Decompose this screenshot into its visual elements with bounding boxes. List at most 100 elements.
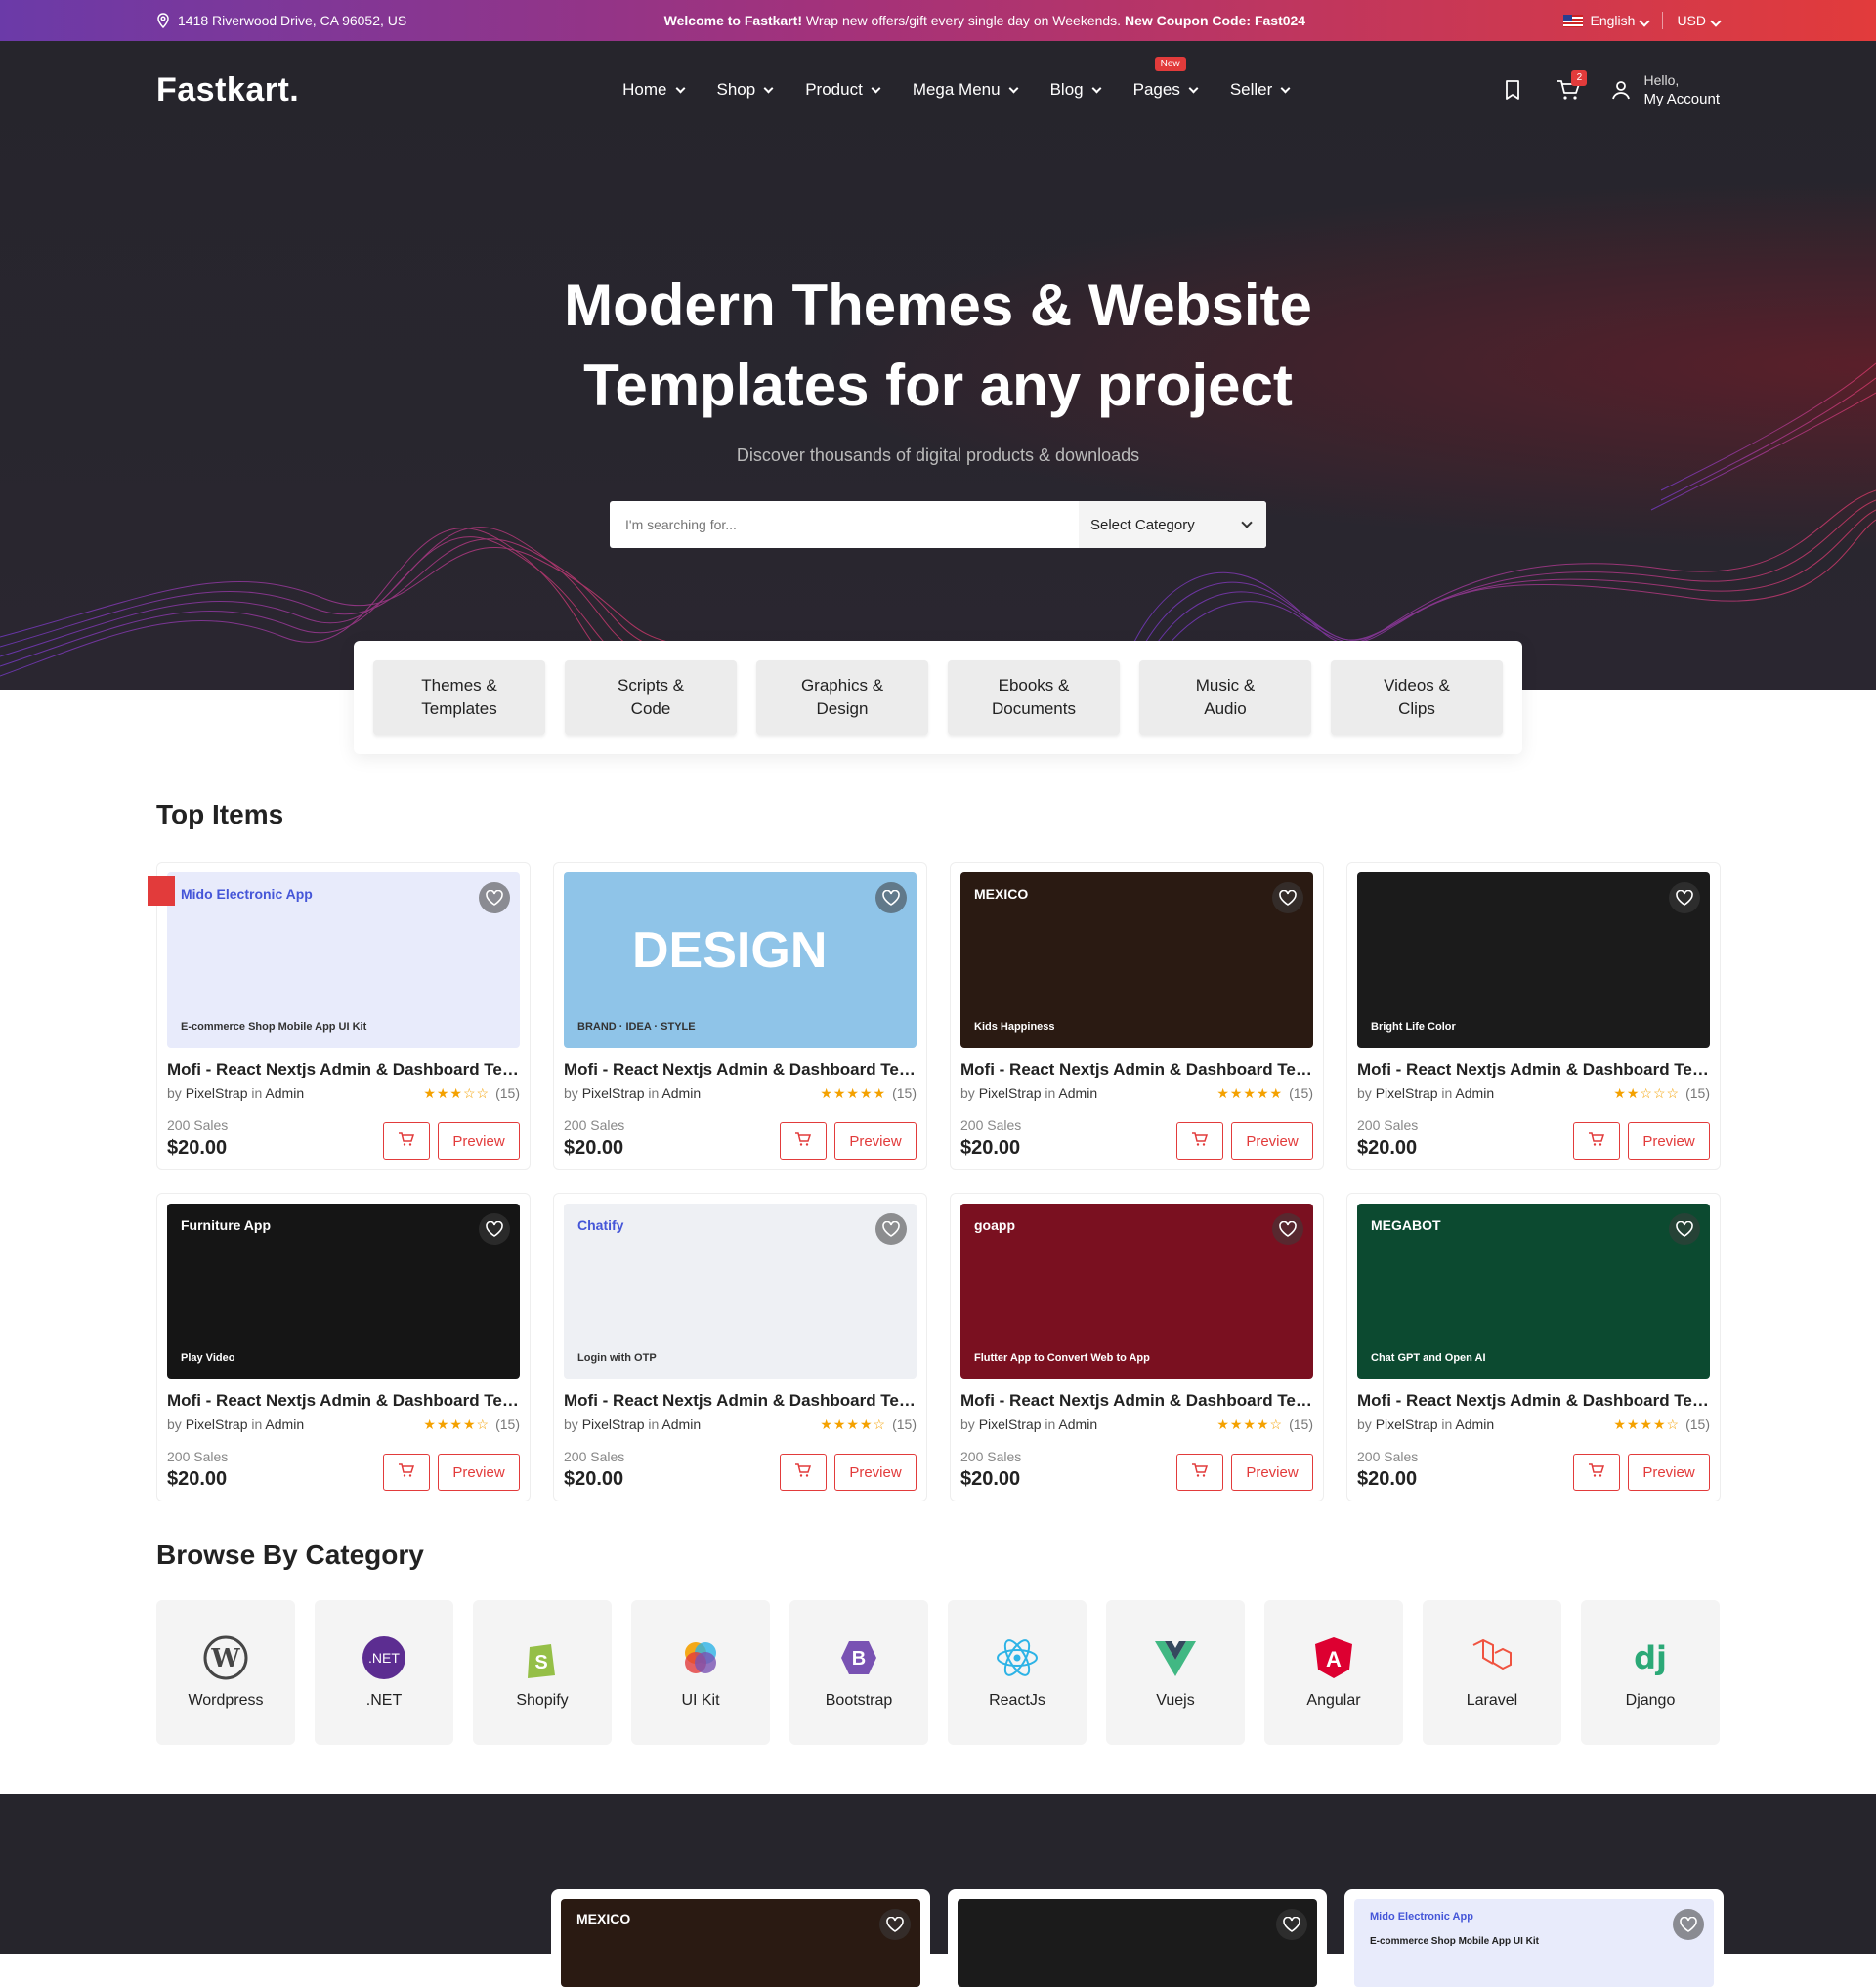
author-link[interactable]: PixelStrap <box>582 1416 645 1432</box>
product-thumbnail[interactable]: Chatify Login with OTP <box>564 1204 917 1379</box>
currency-select[interactable]: USD <box>1677 13 1722 28</box>
preview-button[interactable]: Preview <box>834 1122 917 1160</box>
product-card[interactable]: Furniture App Play Video Mofi - React Ne… <box>156 1193 531 1501</box>
add-to-cart-button[interactable] <box>1573 1454 1620 1491</box>
site-logo[interactable]: Fastkart. <box>156 71 449 109</box>
wishlist-heart-icon[interactable] <box>1673 1909 1704 1940</box>
product-card[interactable]: DESIGN BRAND · IDEA · STYLE Mofi - React… <box>553 862 927 1170</box>
tab-graphics-design[interactable]: Graphics & Design <box>756 660 928 735</box>
preview-button[interactable]: Preview <box>1628 1122 1710 1160</box>
preview-button[interactable]: Preview <box>438 1454 520 1491</box>
product-card[interactable]: MEGABOT Chat GPT and Open AI Mofi - Reac… <box>1346 1193 1721 1501</box>
wishlist-heart-icon[interactable] <box>879 1909 911 1940</box>
wishlist-heart-icon[interactable] <box>1669 1213 1700 1245</box>
product-thumbnail[interactable]: Furniture App Play Video <box>167 1204 520 1379</box>
author-link[interactable]: PixelStrap <box>186 1085 248 1101</box>
bookmark-icon[interactable] <box>1501 78 1524 102</box>
cart-button[interactable]: 2 <box>1556 70 1588 102</box>
preview-button[interactable]: Preview <box>438 1122 520 1160</box>
featured-card[interactable]: Mido Electronic App E-commerce Shop Mobi… <box>1344 1889 1724 1987</box>
preview-button[interactable]: Preview <box>1231 1454 1313 1491</box>
category-laravel[interactable]: Laravel <box>1423 1600 1561 1745</box>
preview-button[interactable]: Preview <box>1628 1454 1710 1491</box>
tab-videos-clips[interactable]: Videos & Clips <box>1331 660 1503 735</box>
author-link[interactable]: PixelStrap <box>979 1085 1042 1101</box>
product-title[interactable]: Mofi - React Nextjs Admin & Dashboard Te… <box>564 1391 917 1411</box>
product-title[interactable]: Mofi - React Nextjs Admin & Dashboard Te… <box>1357 1391 1710 1411</box>
featured-card[interactable] <box>948 1889 1327 1987</box>
product-card[interactable]: Mido Electronic App E-commerce Shop Mobi… <box>148 862 531 1170</box>
product-title[interactable]: Mofi - React Nextjs Admin & Dashboard Te… <box>960 1391 1313 1411</box>
product-title[interactable]: Mofi - React Nextjs Admin & Dashboard Te… <box>1357 1060 1710 1079</box>
nav-item-product[interactable]: Product <box>805 80 881 100</box>
category-angular[interactable]: A Angular <box>1264 1600 1403 1745</box>
product-thumbnail[interactable]: DESIGN BRAND · IDEA · STYLE <box>564 872 917 1048</box>
nav-item-pages[interactable]: New Pages <box>1133 57 1199 100</box>
nav-item-seller[interactable]: Seller <box>1230 80 1291 100</box>
product-card[interactable]: Bright Life Color Mofi - React Nextjs Ad… <box>1346 862 1721 1170</box>
product-thumbnail[interactable]: MEGABOT Chat GPT and Open AI <box>1357 1204 1710 1379</box>
author-link[interactable]: PixelStrap <box>1376 1085 1438 1101</box>
add-to-cart-button[interactable] <box>780 1454 827 1491</box>
product-thumbnail[interactable] <box>958 1899 1317 1987</box>
category-wordpress[interactable]: W Wordpress <box>156 1600 295 1745</box>
category-django[interactable]: dj Django <box>1581 1600 1720 1745</box>
product-card[interactable]: MEXICO Kids Happiness Mofi - React Nextj… <box>950 862 1324 1170</box>
product-title[interactable]: Mofi - React Nextjs Admin & Dashboard Te… <box>960 1060 1313 1079</box>
preview-button[interactable]: Preview <box>1231 1122 1313 1160</box>
add-to-cart-button[interactable] <box>780 1122 827 1160</box>
category-uikit[interactable]: UI Kit <box>631 1600 770 1745</box>
preview-button[interactable]: Preview <box>834 1454 917 1491</box>
author-link[interactable]: PixelStrap <box>979 1416 1042 1432</box>
product-card[interactable]: goapp Flutter App to Convert Web to App … <box>950 1193 1324 1501</box>
category-link[interactable]: Admin <box>265 1085 304 1101</box>
category-link[interactable]: Admin <box>265 1416 304 1432</box>
wishlist-heart-icon[interactable] <box>1276 1909 1307 1940</box>
tab-themes-templates[interactable]: Themes & Templates <box>373 660 545 735</box>
nav-item-home[interactable]: Home <box>622 80 685 100</box>
tab-music-audio[interactable]: Music & Audio <box>1139 660 1311 735</box>
wishlist-heart-icon[interactable] <box>1669 882 1700 913</box>
wishlist-heart-icon[interactable] <box>875 1213 907 1245</box>
category-shopify[interactable]: S Shopify <box>473 1600 612 1745</box>
nav-item-blog[interactable]: Blog <box>1050 80 1102 100</box>
product-thumbnail[interactable]: Mido Electronic App E-commerce Shop Mobi… <box>167 872 520 1048</box>
wishlist-heart-icon[interactable] <box>1272 882 1303 913</box>
product-title[interactable]: Mofi - React Nextjs Admin & Dashboard Te… <box>167 1060 520 1079</box>
product-title[interactable]: Mofi - React Nextjs Admin & Dashboard Te… <box>167 1391 520 1411</box>
tab-ebooks-documents[interactable]: Ebooks & Documents <box>948 660 1120 735</box>
product-thumbnail[interactable]: Mido Electronic App E-commerce Shop Mobi… <box>1354 1899 1714 1987</box>
product-thumbnail[interactable]: MEXICO <box>561 1899 920 1987</box>
add-to-cart-button[interactable] <box>1573 1122 1620 1160</box>
add-to-cart-button[interactable] <box>1176 1454 1223 1491</box>
category-link[interactable]: Admin <box>1058 1416 1097 1432</box>
wishlist-heart-icon[interactable] <box>479 1213 510 1245</box>
category-bootstrap[interactable]: B Bootstrap <box>789 1600 928 1745</box>
nav-item-mega-menu[interactable]: Mega Menu <box>913 80 1019 100</box>
nav-item-shop[interactable]: Shop <box>717 80 774 100</box>
category-reactjs[interactable]: ReactJs <box>948 1600 1087 1745</box>
product-card[interactable]: Chatify Login with OTP Mofi - React Next… <box>553 1193 927 1501</box>
account-menu[interactable]: Hello, My Account <box>1610 70 1720 109</box>
search-input[interactable] <box>610 501 1079 548</box>
category-link[interactable]: Admin <box>1455 1085 1494 1101</box>
category-link[interactable]: Admin <box>1058 1085 1097 1101</box>
wishlist-heart-icon[interactable] <box>1272 1213 1303 1245</box>
author-link[interactable]: PixelStrap <box>1376 1416 1438 1432</box>
author-link[interactable]: PixelStrap <box>186 1416 248 1432</box>
product-thumbnail[interactable]: Bright Life Color <box>1357 872 1710 1048</box>
wishlist-heart-icon[interactable] <box>875 882 907 913</box>
add-to-cart-button[interactable] <box>1176 1122 1223 1160</box>
featured-card[interactable]: MEXICO <box>551 1889 930 1987</box>
category-net[interactable]: .NET .NET <box>315 1600 453 1745</box>
category-link[interactable]: Admin <box>661 1416 701 1432</box>
product-title[interactable]: Mofi - React Nextjs Admin & Dashboard Te… <box>564 1060 917 1079</box>
add-to-cart-button[interactable] <box>383 1454 430 1491</box>
category-link[interactable]: Admin <box>661 1085 701 1101</box>
product-thumbnail[interactable]: MEXICO Kids Happiness <box>960 872 1313 1048</box>
category-vuejs[interactable]: Vuejs <box>1106 1600 1245 1745</box>
category-select[interactable]: Select Category <box>1079 501 1266 548</box>
language-select[interactable]: English <box>1591 13 1651 28</box>
tab-scripts-code[interactable]: Scripts & Code <box>565 660 737 735</box>
author-link[interactable]: PixelStrap <box>582 1085 645 1101</box>
